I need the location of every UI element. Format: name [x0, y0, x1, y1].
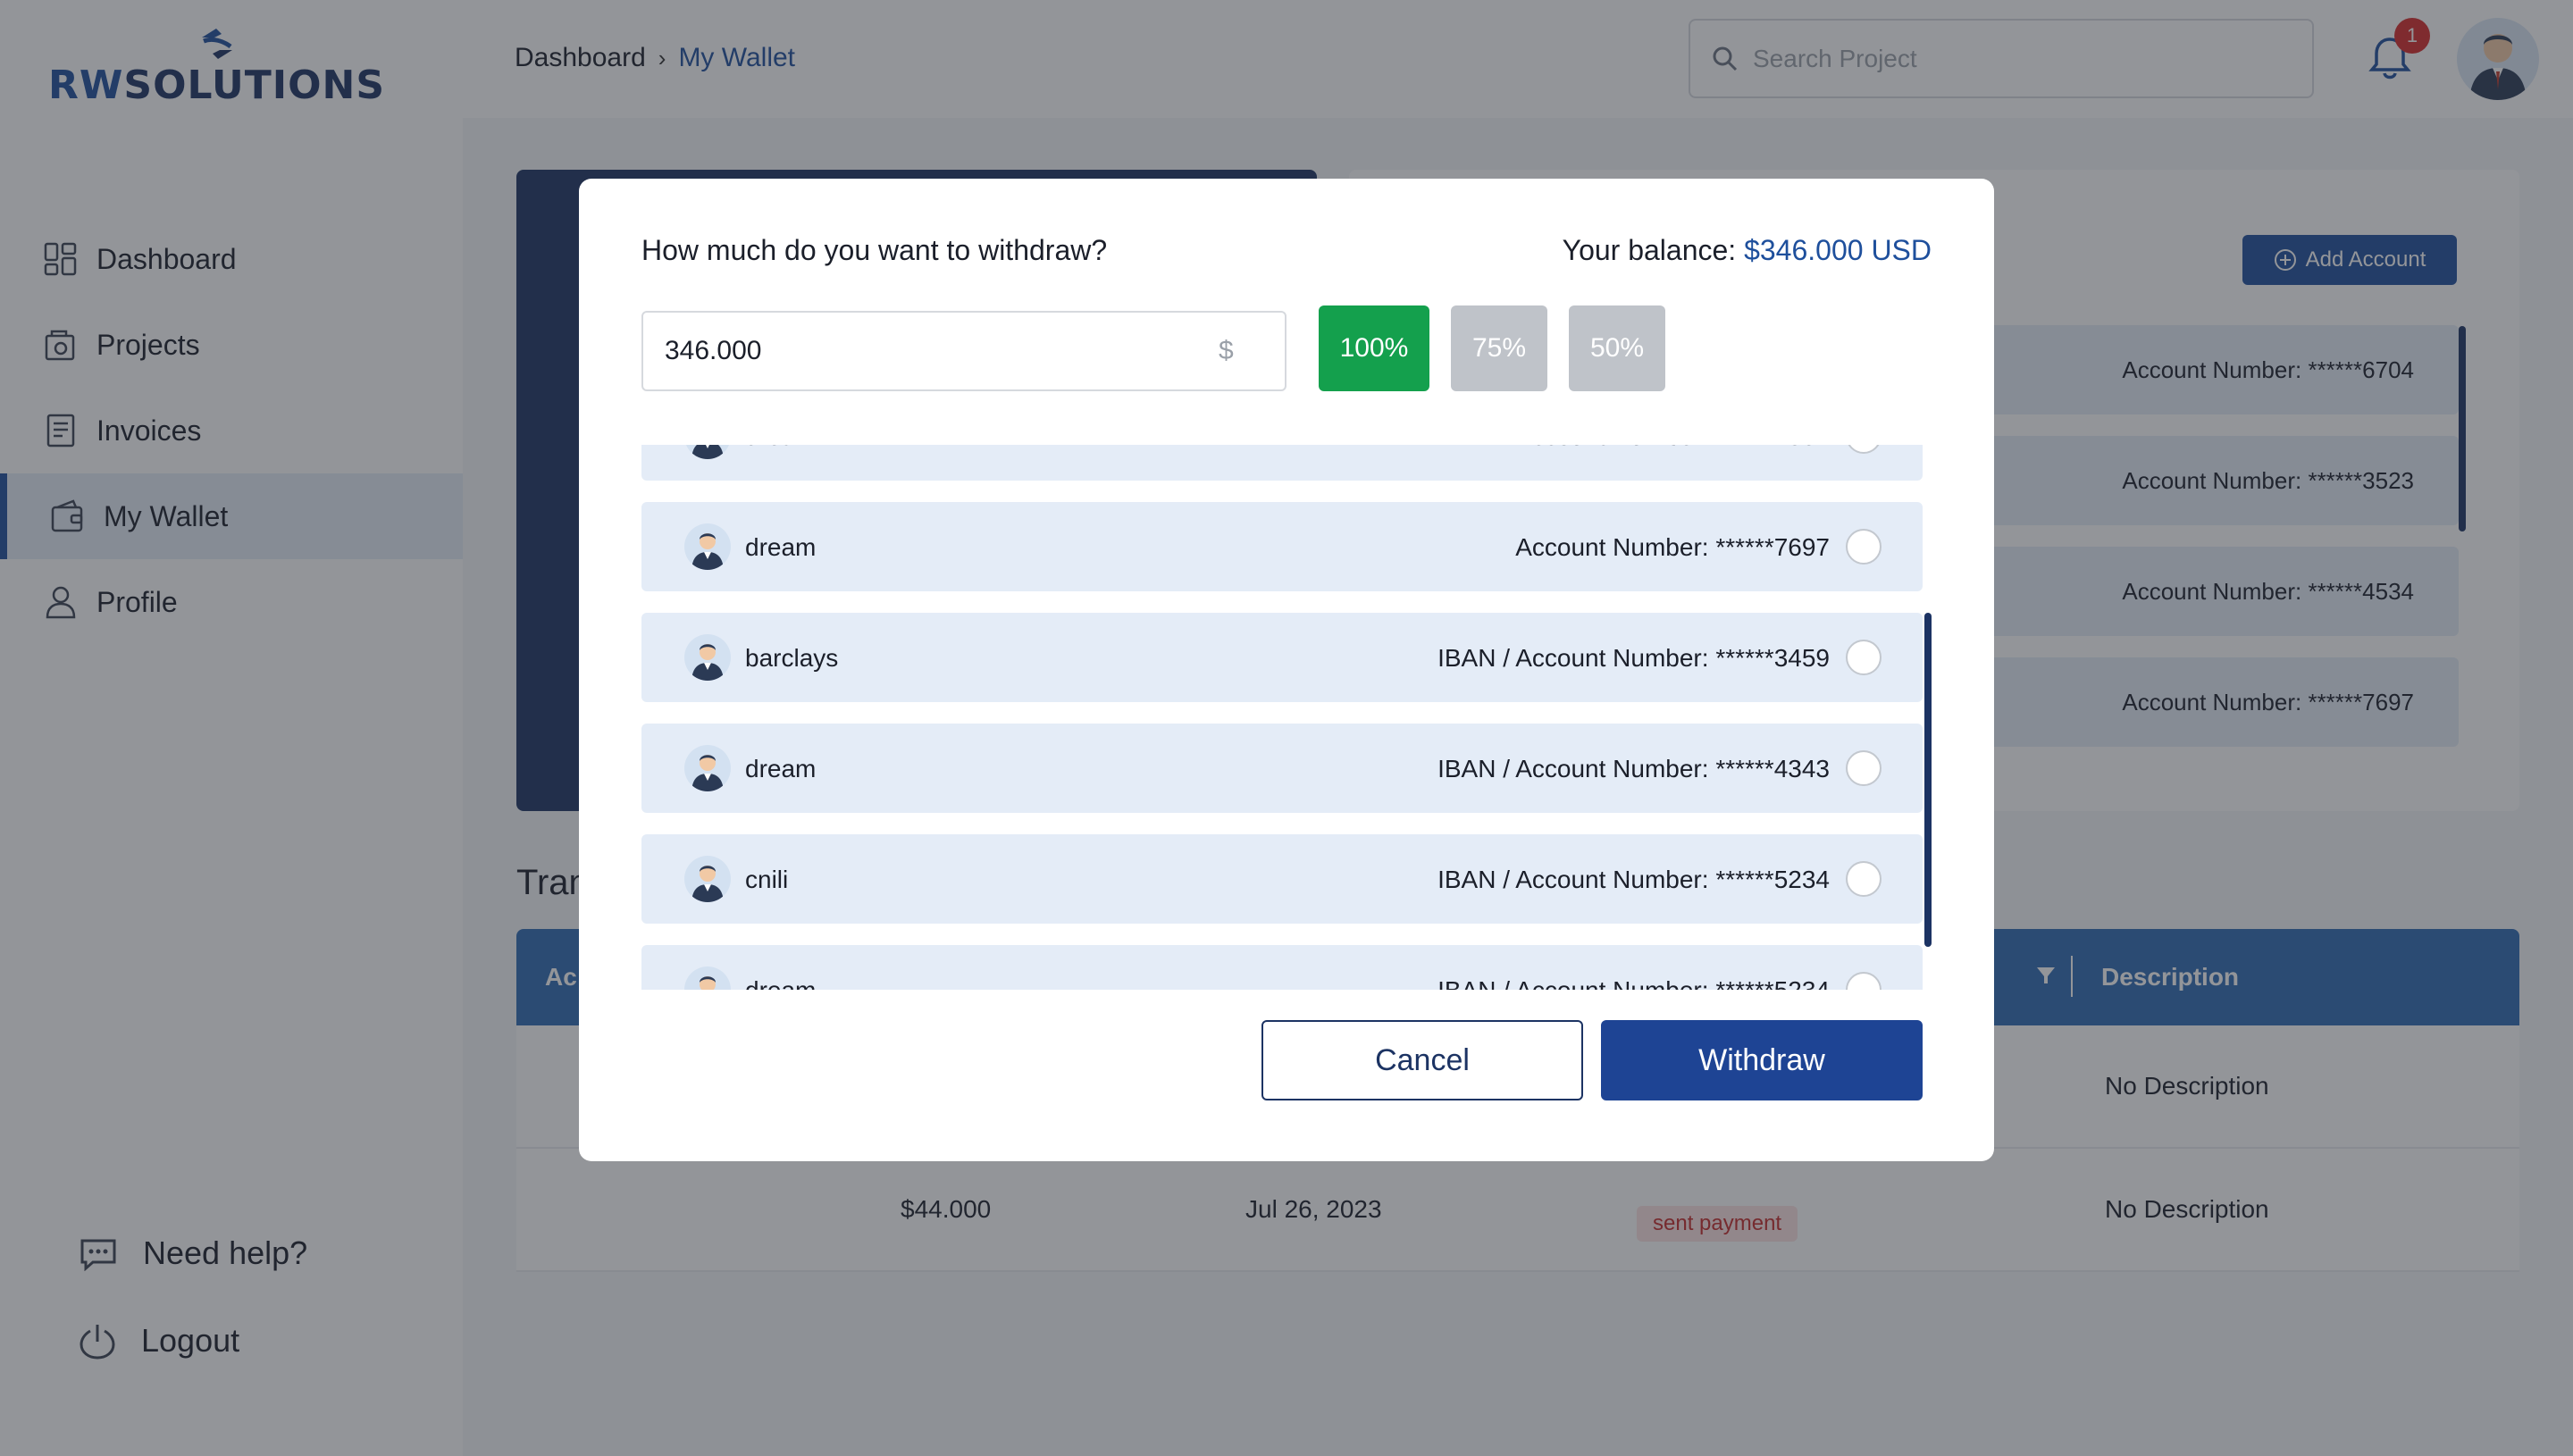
amount-input[interactable]	[665, 336, 1219, 366]
account-name: barclays	[745, 644, 839, 672]
account-list-scrollbar[interactable]	[1924, 613, 1932, 947]
account-name: dream	[745, 976, 816, 990]
account-number: IBAN / Account Number: ******5234	[1437, 976, 1830, 990]
balance-amount: $346.000 USD	[1744, 234, 1932, 266]
person-avatar-icon	[691, 445, 724, 459]
percent-50-button[interactable]: 50%	[1569, 305, 1665, 391]
account-number: Account Number: ******4534	[1515, 445, 1830, 451]
account-option-row[interactable]: dream Account Number: ******4534	[641, 445, 1923, 481]
balance-display: Your balance: $346.000 USD	[1563, 234, 1932, 267]
person-avatar-icon	[691, 755, 724, 791]
account-avatar	[684, 523, 731, 570]
account-name: cnili	[745, 866, 789, 893]
account-option-row[interactable]: cnili IBAN / Account Number: ******5234	[641, 834, 1923, 924]
account-avatar	[684, 634, 731, 681]
account-number: IBAN / Account Number: ******5234	[1437, 866, 1830, 893]
person-avatar-icon	[691, 533, 724, 570]
account-select-list[interactable]: dream Account Number: ******4534 dream Acco…	[641, 445, 1932, 990]
account-option-row[interactable]: dream IBAN / Account Number: ******4343	[641, 724, 1923, 813]
withdraw-modal: How much do you want to withdraw? Your b…	[579, 179, 1994, 1161]
account-option-row[interactable]: barclays IBAN / Account Number: ******345…	[641, 613, 1923, 702]
account-radio[interactable]	[1846, 529, 1882, 565]
account-number: IBAN / Account Number: ******3459	[1437, 644, 1830, 672]
person-avatar-icon	[700, 976, 716, 990]
account-avatar	[684, 856, 731, 902]
account-name: dream	[745, 445, 816, 451]
withdraw-button[interactable]: Withdraw	[1601, 1020, 1923, 1100]
account-radio[interactable]	[1846, 972, 1882, 990]
cancel-button[interactable]: Cancel	[1261, 1020, 1583, 1100]
account-number: IBAN / Account Number: ******4343	[1437, 755, 1830, 782]
account-radio[interactable]	[1846, 861, 1882, 897]
account-name: dream	[745, 755, 817, 782]
account-name: dream	[745, 533, 817, 561]
account-avatar	[684, 966, 731, 990]
account-radio[interactable]	[1846, 750, 1882, 786]
amount-field[interactable]: $	[641, 311, 1286, 391]
withdraw-question: How much do you want to withdraw?	[641, 234, 1108, 266]
account-number: Account Number: ******7697	[1515, 533, 1830, 561]
account-radio[interactable]	[1846, 640, 1882, 675]
account-option-row[interactable]: dream IBAN / Account Number: ******5234	[641, 945, 1923, 990]
person-avatar-icon	[691, 866, 724, 902]
currency-symbol: $	[1219, 336, 1234, 365]
balance-label: Your balance:	[1562, 234, 1737, 266]
percent-100-button[interactable]: 100%	[1319, 305, 1429, 391]
account-radio[interactable]	[1846, 445, 1882, 454]
account-avatar	[684, 745, 731, 791]
account-avatar	[684, 445, 731, 459]
percent-75-button[interactable]: 75%	[1451, 305, 1547, 391]
person-avatar-icon	[691, 644, 724, 681]
account-option-row[interactable]: dream Account Number: ******7697	[641, 502, 1923, 591]
